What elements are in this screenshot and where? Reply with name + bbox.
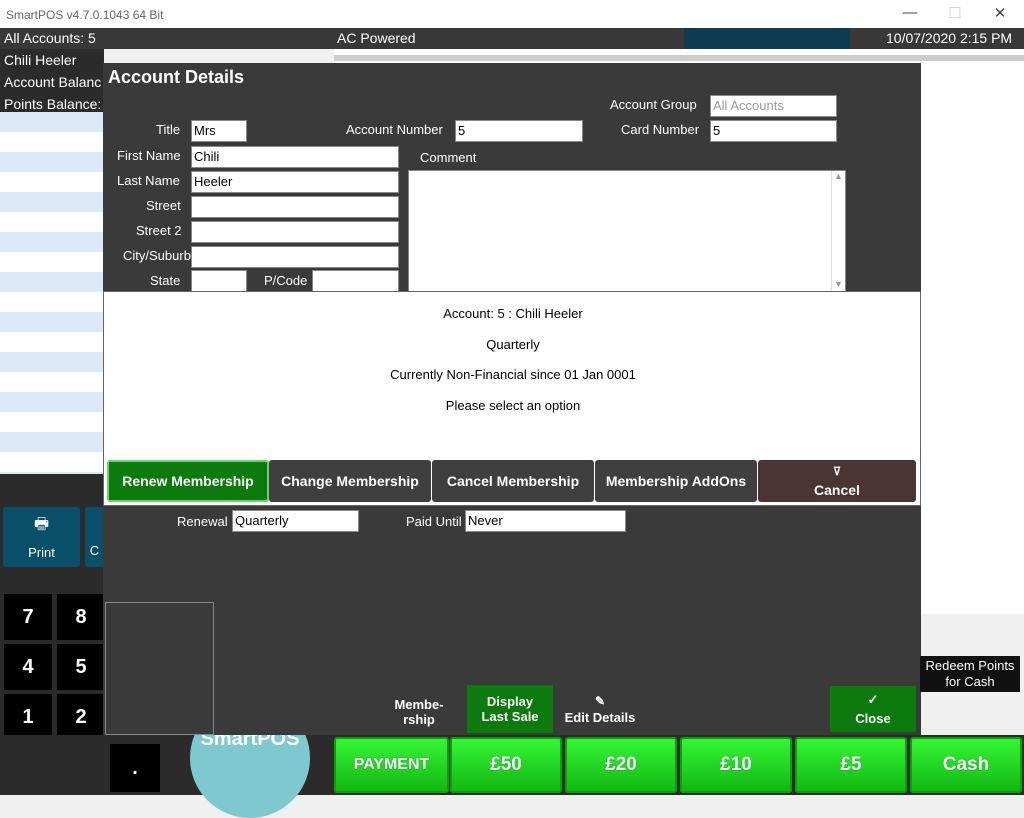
membership-button[interactable]: Membe- rship — [380, 690, 458, 734]
key-7[interactable]: 7 — [4, 594, 52, 640]
customer-name: Chili Heeler — [4, 52, 77, 68]
last-name-field[interactable]: Heeler — [191, 171, 399, 193]
redeem-label-2: for Cash — [945, 674, 995, 689]
pcode-field[interactable] — [312, 270, 399, 292]
last-name-label: Last Name — [117, 173, 180, 188]
datetime: 10/07/2020 2:15 PM — [886, 30, 1013, 46]
account-number-field[interactable]: 5 — [455, 120, 583, 142]
key-2[interactable]: 2 — [57, 694, 105, 740]
account-balance-label: Account Balanc — [4, 74, 102, 90]
street2-label: Street 2 — [136, 223, 182, 238]
state-field[interactable] — [191, 270, 247, 292]
cancel-button[interactable]: ⊽ Cancel — [758, 460, 916, 502]
renew-membership-button[interactable]: Renew Membership — [107, 460, 269, 502]
comment-textarea[interactable]: ▲ ▼ — [408, 170, 846, 292]
image-box — [105, 602, 214, 735]
redeem-label-1: Redeem Points — [925, 658, 1015, 673]
dialog-status-line: Currently Non-Financial since 01 Jan 000… — [390, 367, 636, 382]
pay-5-button[interactable]: £5 — [795, 737, 907, 793]
maximize-icon[interactable]: ☐ — [940, 4, 970, 22]
change-membership-button[interactable]: Change Membership — [269, 460, 431, 502]
points-balance-label: Points Balance: — [4, 96, 102, 112]
city-label: City/Suburb — [123, 248, 191, 263]
pay-20-button[interactable]: £20 — [565, 737, 677, 793]
status-bar: All Accounts: 5 AC Powered 10/07/2020 2:… — [0, 28, 1024, 49]
pay-50-button[interactable]: £50 — [450, 737, 562, 793]
title-field[interactable]: Mrs — [191, 120, 247, 142]
all-accounts-count: All Accounts: 5 — [4, 30, 96, 46]
account-group-field[interactable]: All Accounts — [710, 95, 837, 117]
page-title: Account Details — [108, 67, 245, 87]
key-dot[interactable]: . — [110, 744, 160, 792]
close-button[interactable]: ✓ Close — [830, 686, 916, 732]
side-button-label: C — [89, 543, 100, 558]
title-bar: SmartPOS v4.7.0.1043 64 Bit — ☐ ✕ — [0, 0, 1024, 28]
pay-10-button[interactable]: £10 — [680, 737, 792, 793]
scroll-down-icon[interactable]: ▼ — [832, 279, 845, 289]
membership-dialog: Account: 5 : Chili Heeler Quarterly Curr… — [103, 291, 921, 506]
state-label: State — [150, 273, 181, 288]
printer-icon: 🖶 — [33, 516, 50, 533]
first-name-label: First Name — [117, 148, 181, 163]
cancel-icon: ⊽ — [832, 465, 842, 478]
right-panel — [920, 112, 1024, 614]
paid-until-label: Paid Until — [406, 514, 462, 529]
key-1[interactable]: 1 — [4, 694, 52, 740]
membership-addons-button[interactable]: Membership AddOns — [595, 460, 757, 502]
status-indicator — [684, 28, 850, 49]
key-8[interactable]: 8 — [57, 594, 105, 640]
cancel-label: Cancel — [814, 481, 860, 498]
payment-button[interactable]: PAYMENT — [334, 737, 449, 793]
comment-scrollbar[interactable]: ▲ ▼ — [831, 171, 845, 291]
dialog-period-line: Quarterly — [486, 337, 540, 352]
title-label: Title — [156, 122, 181, 137]
edit-details-label: Edit Details — [564, 709, 636, 725]
redeem-points-button[interactable]: Redeem Points for Cash — [920, 656, 1020, 692]
membership-label-2: rship — [403, 712, 435, 727]
print-button[interactable]: 🖶 Print — [3, 507, 80, 567]
display-last-sale-button[interactable]: Display Last Sale — [467, 685, 553, 733]
transaction-list[interactable] — [0, 112, 104, 474]
comment-label: Comment — [420, 150, 477, 165]
dialog-account-line: Account: 5 : Chili Heeler — [443, 306, 583, 321]
minimize-icon[interactable]: — — [895, 4, 925, 21]
power-status: AC Powered — [337, 30, 416, 46]
pencil-icon: ✎ — [594, 693, 606, 708]
membership-label-1: Membe- — [394, 697, 444, 712]
account-group-label: Account Group — [610, 97, 697, 112]
close-label: Close — [855, 711, 891, 726]
renewal-field[interactable]: Quarterly — [232, 510, 359, 532]
key-4[interactable]: 4 — [4, 644, 52, 690]
street-label: Street — [146, 198, 181, 213]
side-button[interactable]: C — [85, 507, 104, 567]
edit-details-button[interactable]: ✎ Edit Details — [558, 686, 642, 732]
scroll-up-icon[interactable]: ▲ — [832, 171, 845, 181]
renewal-label: Renewal — [177, 514, 228, 529]
card-number-field[interactable]: 5 — [710, 120, 837, 142]
window-title: SmartPOS v4.7.0.1043 64 Bit — [6, 8, 164, 22]
check-icon: ✓ — [867, 692, 879, 707]
pcode-label: P/Code — [264, 273, 308, 288]
key-5[interactable]: 5 — [57, 644, 105, 690]
account-number-label: Account Number — [346, 122, 443, 137]
print-label: Print — [28, 545, 55, 560]
dialog-prompt-line: Please select an option — [445, 398, 581, 413]
first-name-field[interactable]: Chili — [191, 146, 399, 168]
paid-until-field[interactable]: Never — [465, 510, 626, 532]
close-window-icon[interactable]: ✕ — [985, 4, 1015, 22]
city-field[interactable] — [191, 246, 399, 268]
street-field[interactable] — [191, 196, 399, 218]
street2-field[interactable] — [191, 221, 399, 243]
cash-button[interactable]: Cash — [910, 737, 1022, 793]
card-number-label: Card Number — [621, 122, 700, 137]
cancel-membership-button[interactable]: Cancel Membership — [432, 460, 594, 502]
